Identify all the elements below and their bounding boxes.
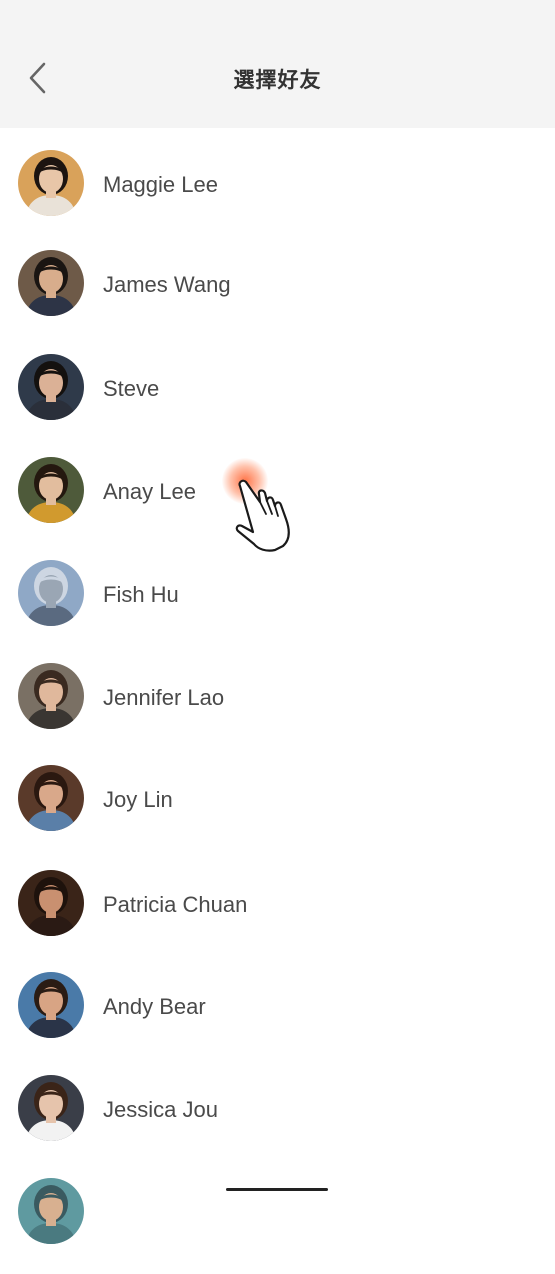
friend-name: Jessica Jou	[103, 1097, 218, 1122]
friend-avatar	[18, 972, 84, 1038]
friend-name: Steve	[103, 376, 160, 401]
friend-name: Fish Hu	[103, 582, 179, 607]
friend-avatar	[18, 870, 84, 936]
friend-list-item[interactable]: Patricia Chuan	[0, 870, 555, 966]
friend-name: James Wang	[103, 272, 231, 297]
friend-name: Patricia Chuan	[103, 892, 248, 917]
friend-list-item[interactable]: Fish Hu	[0, 560, 555, 656]
home-indicator	[226, 1188, 328, 1191]
friend-list-item[interactable]: James Wang	[0, 250, 555, 346]
friend-list-item[interactable]: Jessica Jou	[0, 1075, 555, 1171]
friend-avatar	[18, 1075, 84, 1141]
friend-avatar	[18, 663, 84, 729]
friend-list-item[interactable]: Andy Bear	[0, 972, 555, 1068]
friend-avatar	[18, 150, 84, 216]
friend-avatar	[18, 1178, 84, 1244]
friend-list-item[interactable]: Maggie Lee	[0, 150, 555, 246]
friend-avatar	[18, 765, 84, 831]
friend-list-item[interactable]: Steve	[0, 354, 555, 450]
friend-avatar	[18, 250, 84, 316]
friend-name: Jennifer Lao	[103, 685, 225, 710]
friend-avatar	[18, 457, 84, 523]
friend-name: Andy Bear	[103, 994, 206, 1019]
friend-name: Joy Lin	[103, 787, 173, 812]
page-title: 選擇好友	[233, 68, 322, 92]
hand-pointer-icon	[235, 479, 290, 552]
friend-list-item[interactable]	[0, 1178, 555, 1274]
friend-list-item[interactable]: Jennifer Lao	[0, 663, 555, 759]
friend-name: Anay Lee	[103, 479, 196, 504]
friend-avatar	[18, 560, 84, 626]
top-bar: 選擇好友	[0, 0, 555, 128]
friend-list-item[interactable]: Joy Lin	[0, 765, 555, 861]
friend-avatar	[18, 354, 84, 420]
friend-name: Maggie Lee	[103, 172, 218, 197]
